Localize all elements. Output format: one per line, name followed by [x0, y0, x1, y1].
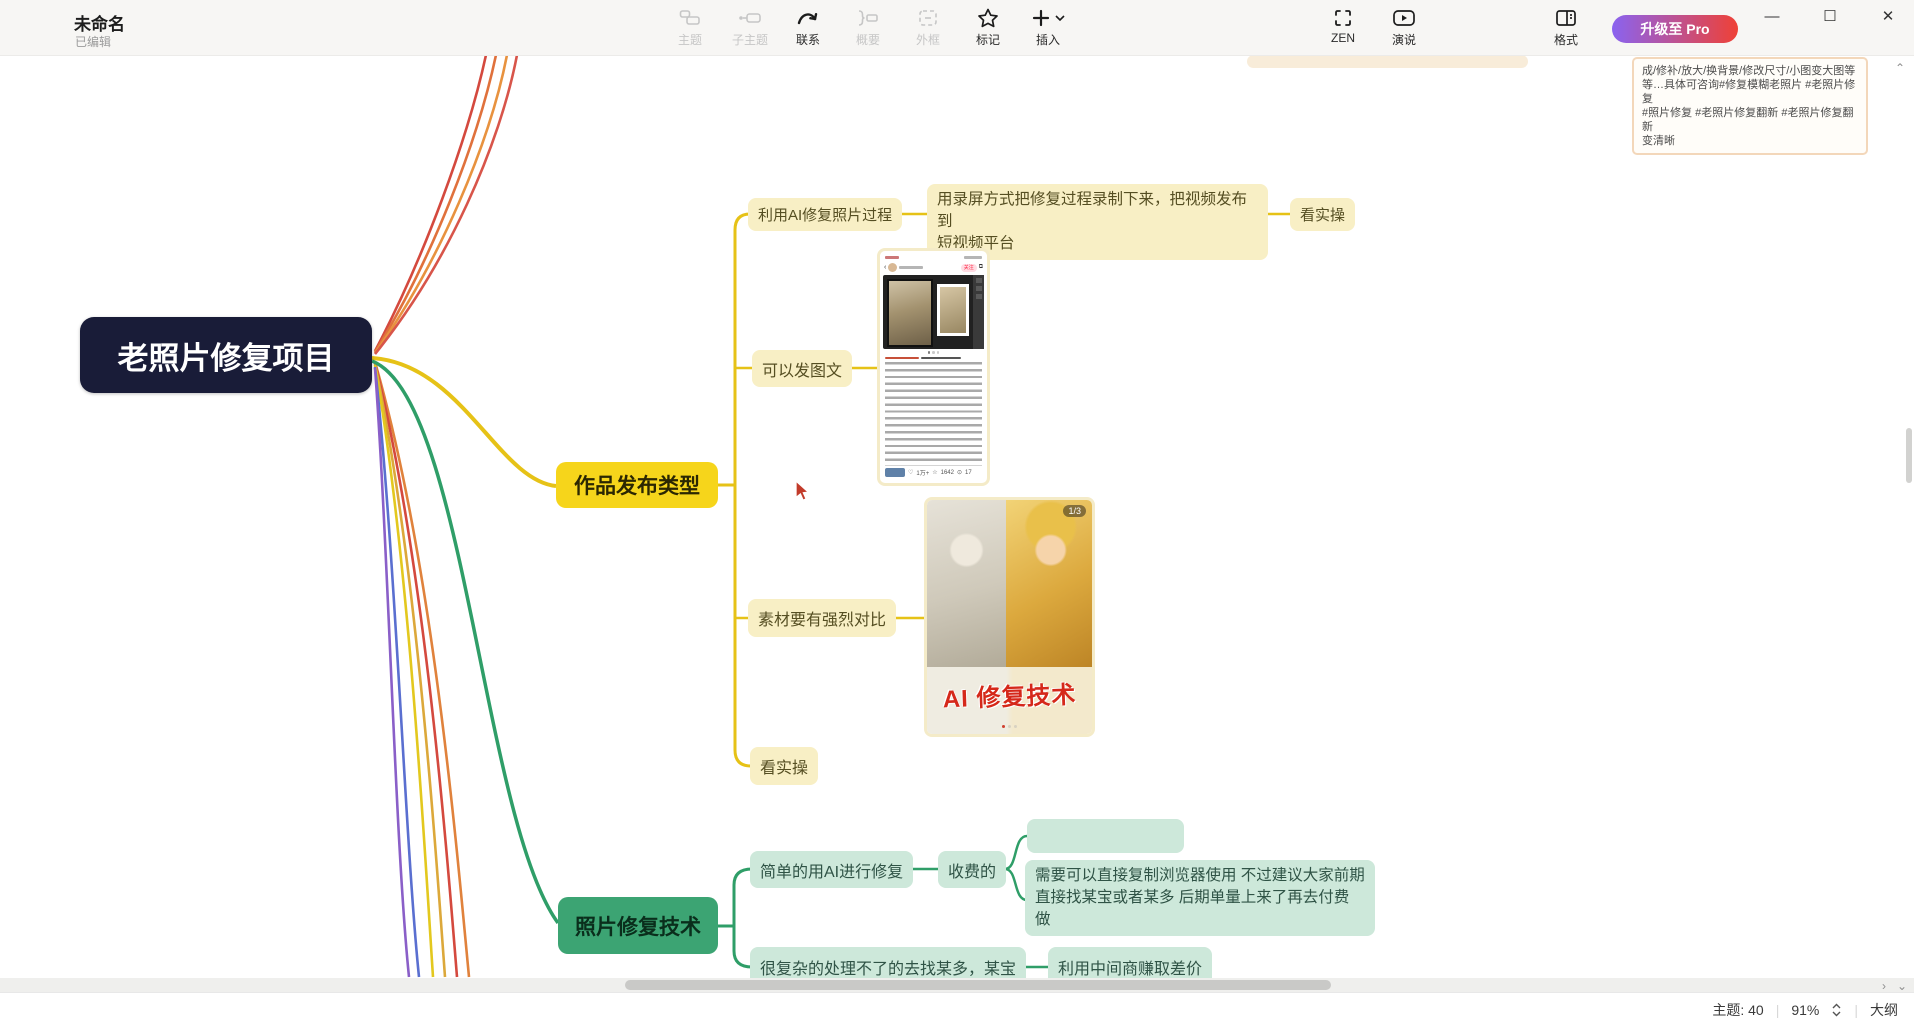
toolbar-item-present[interactable]: 演说 — [1373, 6, 1435, 48]
node-watch-demo-bottom[interactable]: 看实操 — [750, 747, 818, 785]
comment-icon: ⊙ — [957, 469, 962, 476]
format-panel-icon — [1535, 6, 1597, 30]
old-photo-right — [937, 284, 969, 336]
relationship-icon — [777, 6, 839, 30]
node-paid-empty[interactable] — [1027, 819, 1184, 853]
post-body-text — [885, 362, 982, 466]
star-icon — [957, 6, 1019, 30]
app-badge — [885, 468, 905, 477]
chevron-down-icon — [1055, 14, 1065, 22]
toolbar: 未命名 已编辑 主题 子主题 联系 概要 — [0, 0, 1914, 56]
toolbar-item-relationship[interactable]: 联系 — [777, 6, 839, 48]
status-bar: 主题: 40 | 91% | 大纲 — [0, 992, 1914, 1027]
horizontal-scroll-right-icon[interactable]: › — [1882, 980, 1886, 992]
post-engagement-row: ♡ 1万+ ☆ 1642 ⊙ 17 — [883, 468, 984, 477]
plus-icon — [1031, 8, 1051, 28]
root-node[interactable]: 老照片修复项目 — [80, 317, 372, 393]
restored-photo — [1006, 500, 1092, 667]
share-icon: ⧉ — [979, 264, 983, 271]
restore-compare-card[interactable]: 1/3 AI 修复技术 — [924, 497, 1095, 737]
mini-pagination-dots — [883, 351, 984, 354]
mini-navbar: ‹ 关注 ⧉ — [883, 261, 984, 274]
toolbar-item-marker[interactable]: 标记 — [957, 6, 1019, 48]
document-title[interactable]: 未命名 — [74, 10, 125, 35]
node-paid-note[interactable]: 需要可以直接复制浏览器使用 不过建议大家前期 直接找某宝或者某多 后期单量上来了… — [1025, 860, 1375, 936]
app-window: { "window": { "title": "未命名", "edit_stat… — [0, 0, 1914, 1027]
horizontal-scrollbar-thumb[interactable] — [625, 980, 1331, 990]
outer-frame-icon — [897, 6, 959, 30]
horizontal-scrollbar[interactable] — [0, 978, 1914, 992]
minimize-button[interactable]: — — [1754, 1, 1790, 31]
old-photo-left — [887, 279, 933, 347]
caption-area: AI 修复技术 — [927, 667, 1092, 734]
avatar — [888, 263, 897, 272]
toolbar-item-insert[interactable]: 插入 — [1017, 6, 1079, 48]
topic-icon — [659, 6, 721, 30]
editor-panel — [973, 275, 984, 349]
close-icon: ✕ — [1882, 7, 1895, 25]
zoom-stepper-icon[interactable] — [1831, 1002, 1842, 1018]
toolbar-item-summary[interactable]: 概要 — [837, 6, 899, 48]
vertical-scroll-down-icon[interactable]: ⌄ — [1897, 980, 1907, 992]
post-photo — [883, 275, 984, 349]
branch-repair-tech[interactable]: 照片修复技术 — [558, 897, 718, 954]
note-card[interactable]: 成/修补/放大/换背景/修改尺寸/小图变大图等 等…具体可咨询#修复模糊老照片 … — [1632, 57, 1868, 155]
maximize-button[interactable]: ☐ — [1812, 1, 1848, 31]
mouse-cursor-icon — [795, 480, 811, 502]
page-count-badge: 1/3 — [1063, 505, 1086, 517]
mini-statusbar — [883, 254, 984, 261]
close-button[interactable]: ✕ — [1870, 1, 1906, 31]
maximize-icon: ☐ — [1823, 7, 1836, 25]
toolbar-item-format[interactable]: 格式 — [1535, 6, 1597, 48]
topic-count: 主题: 40 — [1712, 1000, 1763, 1020]
outline-button[interactable]: 大纲 — [1870, 1000, 1898, 1020]
before-after-photos: 1/3 — [927, 500, 1092, 667]
vertical-scrollbar-thumb[interactable] — [1906, 428, 1912, 483]
follow-button: 关注 — [961, 264, 977, 272]
heart-icon: ♡ — [908, 469, 913, 476]
node-contrast[interactable]: 素材要有强烈对比 — [748, 599, 896, 637]
faded-photo — [927, 500, 1006, 667]
pagination-dots — [927, 725, 1092, 728]
toolbar-item-topic[interactable]: 主题 — [659, 6, 721, 48]
document-edit-status: 已编辑 — [75, 33, 111, 50]
back-icon: ‹ — [884, 264, 886, 271]
toolbar-item-subtopic[interactable]: 子主题 — [719, 6, 781, 48]
vertical-scroll-up-icon[interactable]: ⌃ — [1895, 62, 1905, 74]
node-simple-ai[interactable]: 简单的用AI进行修复 — [750, 851, 913, 888]
play-icon — [1373, 6, 1435, 30]
star-collect-icon: ☆ — [932, 469, 937, 476]
branch-publish-type[interactable]: 作品发布类型 — [556, 462, 718, 508]
post-title-line — [883, 356, 984, 361]
zoom-level[interactable]: 91% — [1791, 1002, 1819, 1018]
restore-caption: AI 修复技术 — [926, 674, 1092, 715]
summary-icon — [837, 6, 899, 30]
toolbar-item-outer-frame[interactable]: 外框 — [897, 6, 959, 48]
node-video-process[interactable]: 利用AI修复照片过程 — [748, 198, 902, 231]
node-watch-demo-top[interactable]: 看实操 — [1290, 198, 1355, 231]
node-image-text[interactable]: 可以发图文 — [752, 350, 852, 387]
node-paid[interactable]: 收费的 — [938, 851, 1006, 888]
minimize-icon: — — [1765, 8, 1780, 25]
toolbar-item-zen[interactable]: ZEN — [1312, 6, 1374, 45]
subtopic-icon — [719, 6, 781, 30]
zen-mode-icon — [1312, 6, 1374, 30]
partial-node-top[interactable] — [1247, 55, 1528, 68]
post-screenshot-card[interactable]: ‹ 关注 ⧉ ♡ 1万+ ☆ 1642 ⊙ 17 — [877, 248, 990, 486]
upgrade-pro-button[interactable]: 升级至 Pro — [1612, 15, 1738, 43]
